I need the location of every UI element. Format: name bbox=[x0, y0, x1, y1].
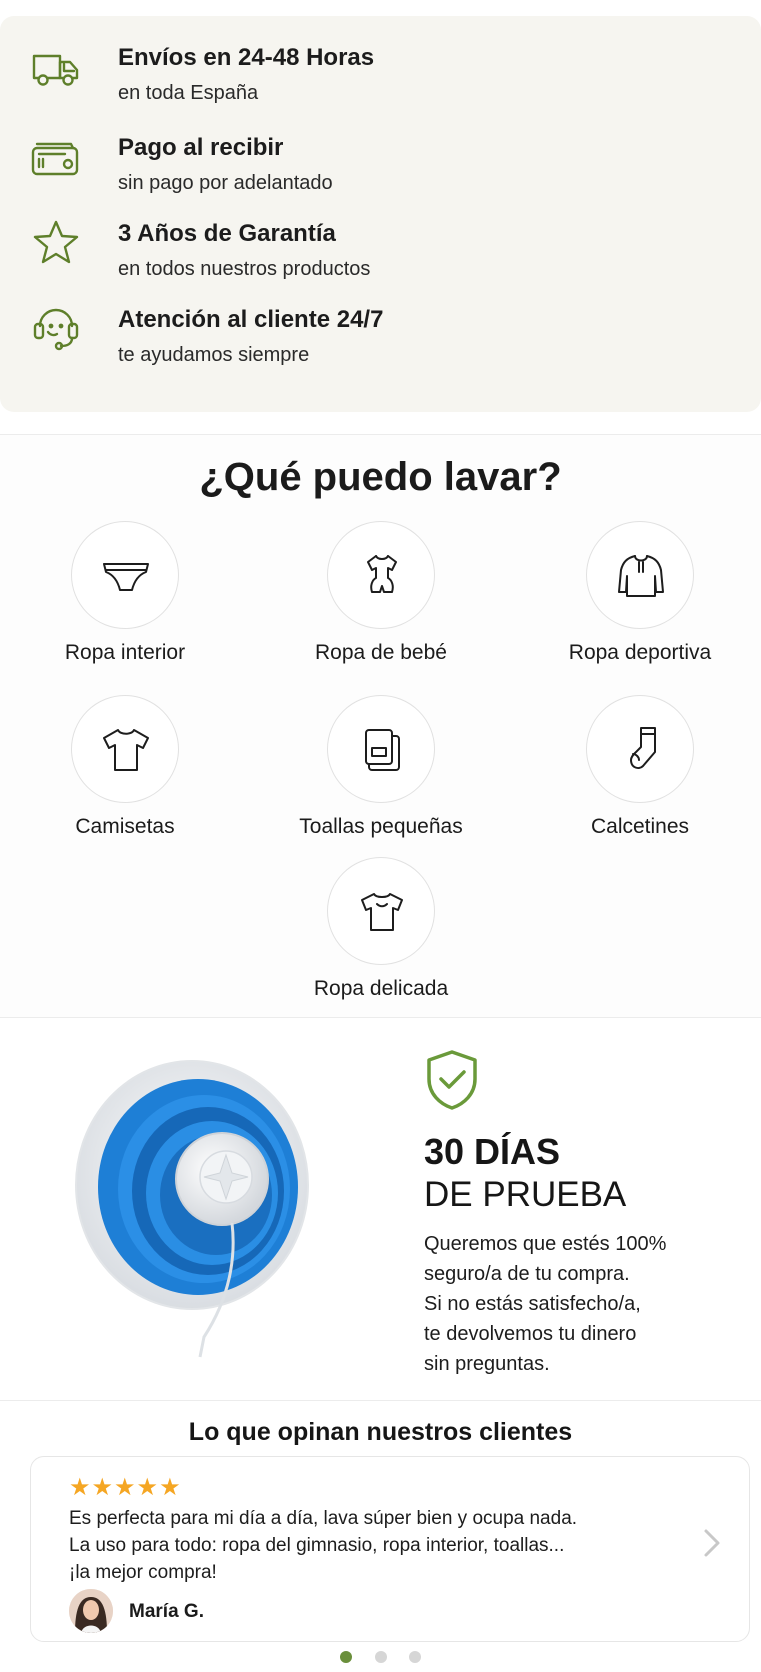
wash-item-label: Ropa deportiva bbox=[568, 641, 712, 664]
trial-line: seguro/a de tu compra. bbox=[424, 1263, 630, 1285]
trial-description: Queremos que estés 100% seguro/a de tu c… bbox=[424, 1229, 666, 1379]
benefit-title: Envíos en 24-48 Horas bbox=[118, 44, 375, 71]
delicate-shirt-icon bbox=[327, 857, 435, 965]
chevron-right-icon[interactable] bbox=[697, 1523, 727, 1563]
trial-line: sin preguntas. bbox=[424, 1353, 550, 1375]
benefit-warranty: 3 Años de Garantía en todos nuestros pro… bbox=[0, 216, 761, 296]
rating-stars: ★★★★★ bbox=[69, 1473, 182, 1502]
benefit-subtitle: te ayudamos siempre bbox=[118, 344, 310, 366]
review-line: La uso para todo: ropa del gimnasio, rop… bbox=[69, 1535, 565, 1556]
support-icon bbox=[28, 302, 84, 358]
tshirt-icon bbox=[71, 695, 179, 803]
product-image bbox=[75, 1060, 309, 1358]
shield-check-icon bbox=[427, 1050, 477, 1110]
reviewer-name: María G. bbox=[129, 1601, 204, 1622]
wallet-icon bbox=[28, 130, 84, 186]
wash-title: ¿Qué puedo lavar? bbox=[199, 455, 562, 499]
towel-icon bbox=[327, 695, 435, 803]
carousel-dot-2[interactable] bbox=[374, 1651, 387, 1663]
sock-icon bbox=[586, 695, 694, 803]
wash-item-label: Ropa delicada bbox=[313, 977, 449, 1000]
trial-subheading: DE PRUEBA bbox=[424, 1175, 627, 1214]
wash-section: ¿Qué puedo lavar? Ropa interior Ropa de … bbox=[0, 434, 761, 1018]
trial-heading: 30 DÍAS bbox=[424, 1131, 561, 1172]
underwear-icon bbox=[71, 521, 179, 629]
reviews-title: Lo que opinan nuestros clientes bbox=[188, 1418, 573, 1446]
avatar bbox=[69, 1589, 113, 1633]
review-line: Es perfecta para mi día a día, lava súpe… bbox=[69, 1508, 578, 1529]
carousel-dot-3[interactable] bbox=[408, 1651, 421, 1663]
benefit-shipping: Envíos en 24-48 Horas en toda España bbox=[0, 40, 761, 120]
benefit-title: Atención al cliente 24/7 bbox=[118, 306, 384, 333]
trial-line: Queremos que estés 100% bbox=[424, 1233, 667, 1255]
star-rating-icon: ★★★★★ bbox=[69, 1474, 182, 1501]
wash-item-label: Ropa de bebé bbox=[315, 641, 447, 664]
hoodie-icon bbox=[586, 521, 694, 629]
trial-line: te devolvemos tu dinero bbox=[424, 1323, 637, 1345]
benefit-subtitle: en toda España bbox=[118, 82, 259, 104]
wash-item-label: Calcetines bbox=[590, 815, 690, 838]
baby-clothes-icon bbox=[327, 521, 435, 629]
benefit-title: 3 Años de Garantía bbox=[118, 220, 336, 247]
benefits-panel: Envíos en 24-48 Horas en toda España Pag… bbox=[0, 16, 761, 412]
carousel-dot-1[interactable] bbox=[340, 1651, 353, 1663]
trial-section: 30 DÍAS DE PRUEBA Queremos que estés 100… bbox=[0, 1033, 761, 1401]
benefit-payment: Pago al recibir sin pago por adelantado bbox=[0, 130, 761, 210]
star-icon bbox=[28, 216, 84, 272]
wash-item-label: Camisetas bbox=[75, 815, 175, 838]
review-card: ★★★★★ Es perfecta para mi día a día, lav… bbox=[30, 1456, 750, 1642]
benefit-subtitle: sin pago por adelantado bbox=[118, 172, 333, 194]
benefit-subtitle: en todos nuestros productos bbox=[118, 258, 371, 280]
carousel-pagination bbox=[0, 1650, 761, 1668]
review-line: ¡la mejor compra! bbox=[69, 1562, 217, 1583]
wash-item-label: Ropa interior bbox=[64, 641, 186, 664]
trial-line: Si no estás satisfecho/a, bbox=[424, 1293, 641, 1315]
benefit-title: Pago al recibir bbox=[118, 134, 284, 161]
review-text: Es perfecta para mi día a día, lava súpe… bbox=[69, 1505, 577, 1586]
wash-item-label: Toallas pequeñas bbox=[299, 815, 463, 838]
truck-icon bbox=[28, 40, 84, 96]
benefit-support: Atención al cliente 24/7 te ayudamos sie… bbox=[0, 302, 761, 382]
